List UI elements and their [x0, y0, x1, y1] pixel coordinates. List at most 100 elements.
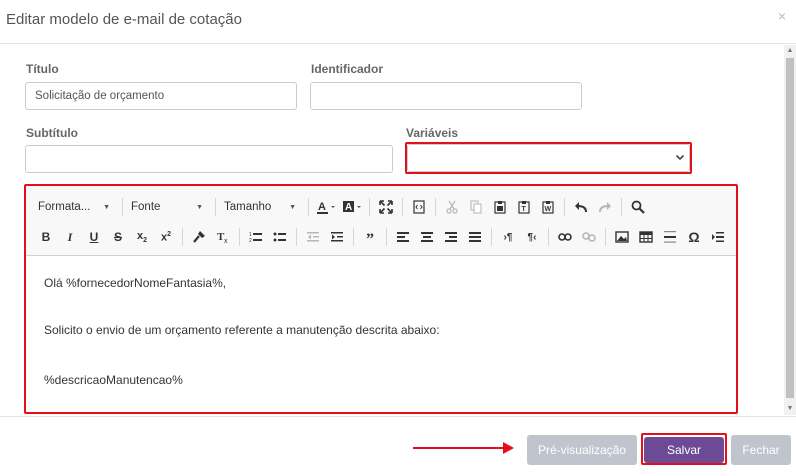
- scroll-thumb[interactable]: [786, 58, 794, 398]
- format-dropdown[interactable]: Formata... ▼: [34, 196, 114, 218]
- cut-icon[interactable]: [440, 196, 464, 218]
- paste-icon[interactable]: [488, 196, 512, 218]
- annotation-arrow-icon: [503, 442, 514, 454]
- editor-line-greeting: Olá %fornecedorNomeFantasia%,: [44, 276, 227, 290]
- align-left-icon[interactable]: [391, 226, 415, 248]
- undo-icon[interactable]: [569, 196, 593, 218]
- source-icon[interactable]: [407, 196, 431, 218]
- align-right-icon[interactable]: [439, 226, 463, 248]
- svg-text:2: 2: [249, 238, 252, 243]
- rtl-icon[interactable]: ¶‹: [520, 226, 544, 248]
- toolbar-separator: [548, 228, 549, 246]
- toolbar-separator: [182, 228, 183, 246]
- underline-icon[interactable]: U: [82, 226, 106, 248]
- text-color-icon[interactable]: A: [313, 196, 339, 218]
- find-icon[interactable]: [626, 196, 650, 218]
- toolbar-separator: [308, 198, 309, 216]
- preview-button[interactable]: Pré-visualização: [527, 435, 637, 465]
- toolbar-separator: [296, 228, 297, 246]
- font-dropdown[interactable]: Fonte ▼: [127, 196, 207, 218]
- rich-text-editor[interactable]: Formata... ▼ Fonte ▼ Tamanho ▼ A A T W B…: [26, 186, 736, 412]
- ltr-icon[interactable]: ›¶: [496, 226, 520, 248]
- subtitulo-input[interactable]: [25, 145, 393, 173]
- modal-scrollbar[interactable]: ▲ ▼: [784, 45, 796, 415]
- toolbar-row-1: Formata... ▼ Fonte ▼ Tamanho ▼ A A T W: [34, 194, 650, 220]
- unlink-icon[interactable]: [577, 226, 601, 248]
- italic-icon[interactable]: I: [58, 226, 82, 248]
- toolbar-row-2: B I U S x2 x2 Tx 12 ” ›¶ ¶‹ Ω: [34, 224, 730, 250]
- toolbar-separator: [621, 198, 622, 216]
- editor-content[interactable]: Olá %fornecedorNomeFantasia%, Solicito o…: [26, 257, 736, 412]
- toolbar-separator: [239, 228, 240, 246]
- svg-text:A: A: [318, 201, 326, 213]
- maximize-icon[interactable]: [374, 196, 398, 218]
- chevron-down-icon: ▼: [103, 203, 110, 211]
- paste-text-icon[interactable]: T: [512, 196, 536, 218]
- size-dropdown-label: Tamanho: [224, 201, 272, 213]
- editor-line-request: Solicito o envio de um orçamento referen…: [44, 323, 440, 337]
- indent-icon[interactable]: [325, 226, 349, 248]
- strike-icon[interactable]: S: [106, 226, 130, 248]
- chevron-down-icon: [675, 151, 685, 165]
- titulo-input[interactable]: Solicitação de orçamento: [25, 82, 297, 110]
- link-icon[interactable]: [553, 226, 577, 248]
- svg-text:T: T: [522, 206, 527, 213]
- format-dropdown-label: Formata...: [38, 201, 91, 213]
- toolbar-separator: [402, 198, 403, 216]
- subscript-icon[interactable]: x2: [130, 226, 154, 248]
- redo-icon[interactable]: [593, 196, 617, 218]
- editor-line-variable: %descricaoManutencao%: [44, 373, 183, 387]
- toolbar-separator: [215, 198, 216, 216]
- copy-icon[interactable]: [464, 196, 488, 218]
- paste-word-icon[interactable]: W: [536, 196, 560, 218]
- titulo-label: Título: [26, 62, 59, 76]
- chevron-down-icon: ▼: [196, 203, 203, 211]
- toolbar-separator: [353, 228, 354, 246]
- modal-footer: Pré-visualização Salvar Fechar: [0, 416, 796, 476]
- svg-text:W: W: [545, 206, 552, 213]
- superscript-icon[interactable]: x2: [154, 226, 178, 248]
- editor-toolbar: Formata... ▼ Fonte ▼ Tamanho ▼ A A T W B…: [26, 186, 736, 256]
- justify-icon[interactable]: [463, 226, 487, 248]
- modal-title: Editar modelo de e-mail de cotação: [6, 11, 242, 28]
- edit-quote-email-modal: Editar modelo de e-mail de cotação × Tít…: [0, 0, 796, 476]
- font-dropdown-label: Fonte: [131, 201, 161, 213]
- toolbar-separator: [369, 198, 370, 216]
- save-button[interactable]: Salvar: [644, 437, 724, 463]
- toolbar-separator: [435, 198, 436, 216]
- modal-header: Editar modelo de e-mail de cotação ×: [0, 0, 796, 44]
- subtitulo-label: Subtítulo: [26, 126, 78, 140]
- scroll-up-icon[interactable]: ▲: [784, 45, 796, 57]
- toolbar-separator: [564, 198, 565, 216]
- variaveis-select[interactable]: [407, 144, 690, 172]
- identificador-label: Identificador: [311, 62, 384, 76]
- numbered-list-icon[interactable]: 12: [244, 226, 268, 248]
- close-icon[interactable]: ×: [778, 8, 786, 24]
- identificador-input[interactable]: [310, 82, 582, 110]
- horizontal-line-icon[interactable]: [658, 226, 682, 248]
- toolbar-separator: [605, 228, 606, 246]
- remove-format-icon[interactable]: Tx: [211, 226, 235, 248]
- svg-text:A: A: [345, 202, 352, 213]
- page-break-icon[interactable]: [706, 226, 730, 248]
- table-icon[interactable]: [634, 226, 658, 248]
- scroll-down-icon[interactable]: ▼: [784, 403, 796, 415]
- bg-color-icon[interactable]: A: [339, 196, 365, 218]
- variaveis-label: Variáveis: [406, 126, 459, 140]
- toolbar-separator: [122, 198, 123, 216]
- special-char-icon[interactable]: Ω: [682, 226, 706, 248]
- copy-format-icon[interactable]: [187, 226, 211, 248]
- annotation-arrow-line: [413, 447, 505, 449]
- toolbar-separator: [491, 228, 492, 246]
- outdent-icon[interactable]: [301, 226, 325, 248]
- close-button[interactable]: Fechar: [731, 435, 791, 465]
- bold-icon[interactable]: B: [34, 226, 58, 248]
- chevron-down-icon: ▼: [289, 203, 296, 211]
- blockquote-icon[interactable]: ”: [358, 226, 382, 248]
- image-icon[interactable]: [610, 226, 634, 248]
- bulleted-list-icon[interactable]: [268, 226, 292, 248]
- toolbar-separator: [386, 228, 387, 246]
- size-dropdown[interactable]: Tamanho ▼: [220, 196, 300, 218]
- svg-text:x: x: [224, 238, 228, 244]
- align-center-icon[interactable]: [415, 226, 439, 248]
